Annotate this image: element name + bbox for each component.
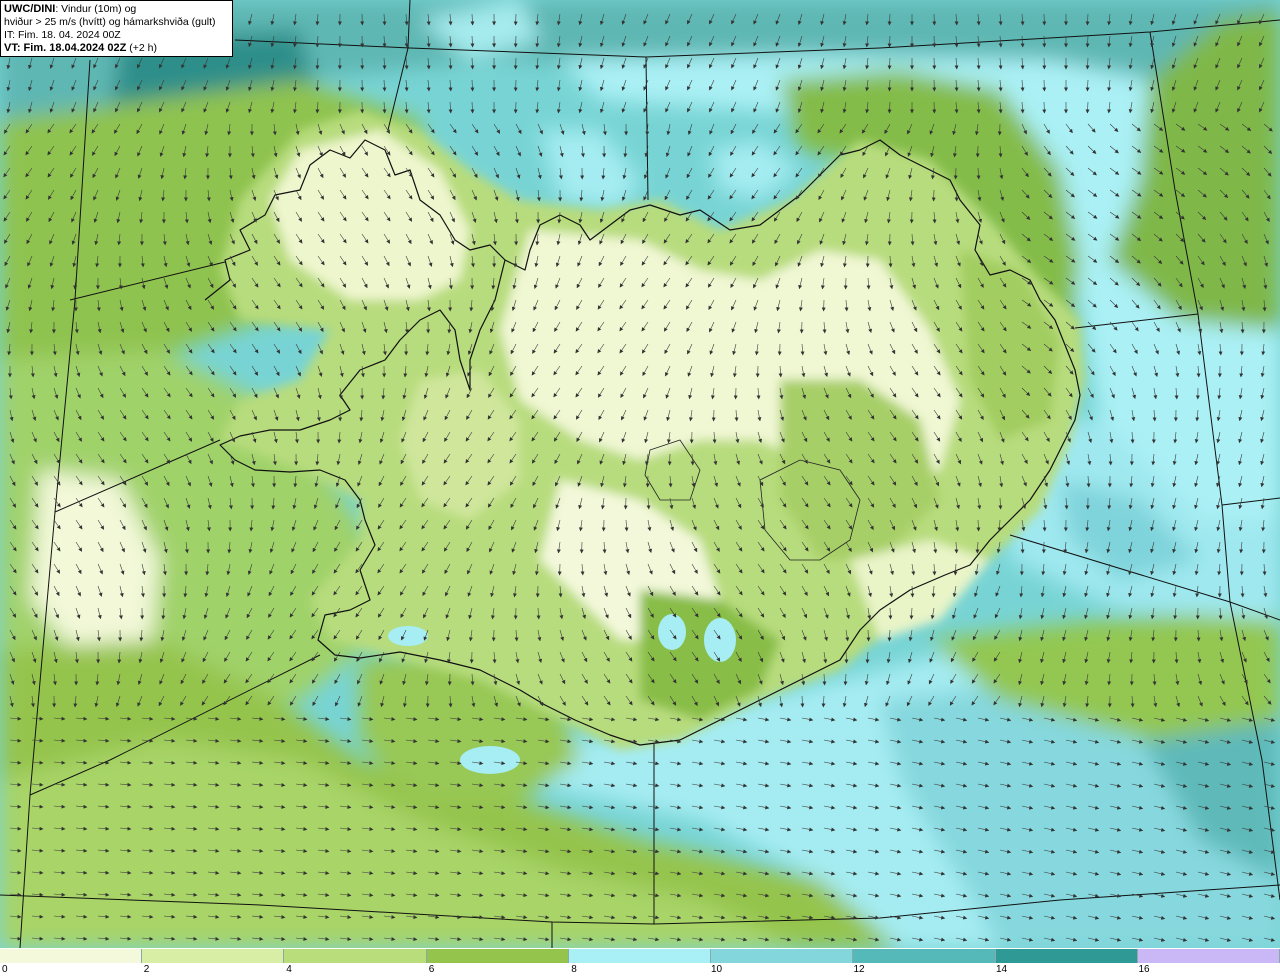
map-title-box: UWC/DINI: Vindur (10m) og hviður > 25 m/… (0, 0, 233, 57)
init-time: IT: Fim. 18. 04. 2024 00Z (4, 29, 121, 41)
valid-time-line: VT: Fim. 18.04.2024 02Z (+2 h) (4, 42, 229, 55)
lead-time: (+2 h) (126, 42, 157, 54)
scale-tick-label: 6 (428, 964, 435, 975)
title-line-2: hviður > 25 m/s (hvítt) og hámarkshviða … (4, 16, 216, 28)
wind-map-canvas (0, 0, 1280, 948)
color-scale-labels: 0 2 4 6 8 10 12 14 16 (0, 964, 1280, 978)
scale-swatch (284, 949, 427, 963)
scale-swatch (995, 949, 1138, 963)
title-desc: : Vindur (10m) og (55, 3, 137, 15)
scale-swatch (711, 949, 854, 963)
scale-tick-label: 10 (710, 964, 723, 975)
scale-swatch (1137, 949, 1280, 963)
scale-tick-label: 2 (143, 964, 150, 975)
scale-tick-label: 12 (853, 964, 865, 975)
color-scale-legend: 0 2 4 6 8 10 12 14 16 (0, 948, 1280, 978)
color-scale-bar (0, 949, 1280, 963)
scale-tick-label: 8 (571, 964, 577, 975)
scale-tick-label: 0 (2, 964, 8, 975)
scale-swatch (426, 949, 569, 963)
scale-swatch (568, 949, 712, 963)
scale-swatch (853, 949, 996, 963)
scale-swatch (0, 949, 143, 963)
scale-swatch (142, 949, 285, 963)
scale-tick-label: 16 (1138, 964, 1150, 975)
scale-tick-label: 14 (995, 964, 1008, 975)
valid-time: VT: Fim. 18.04.2024 02Z (4, 42, 127, 54)
wind-map (0, 0, 1280, 948)
model-name: UWC/DINI (4, 3, 56, 15)
title-line-1: UWC/DINI: Vindur (10m) og (4, 3, 229, 16)
scale-tick-label: 4 (286, 964, 292, 975)
